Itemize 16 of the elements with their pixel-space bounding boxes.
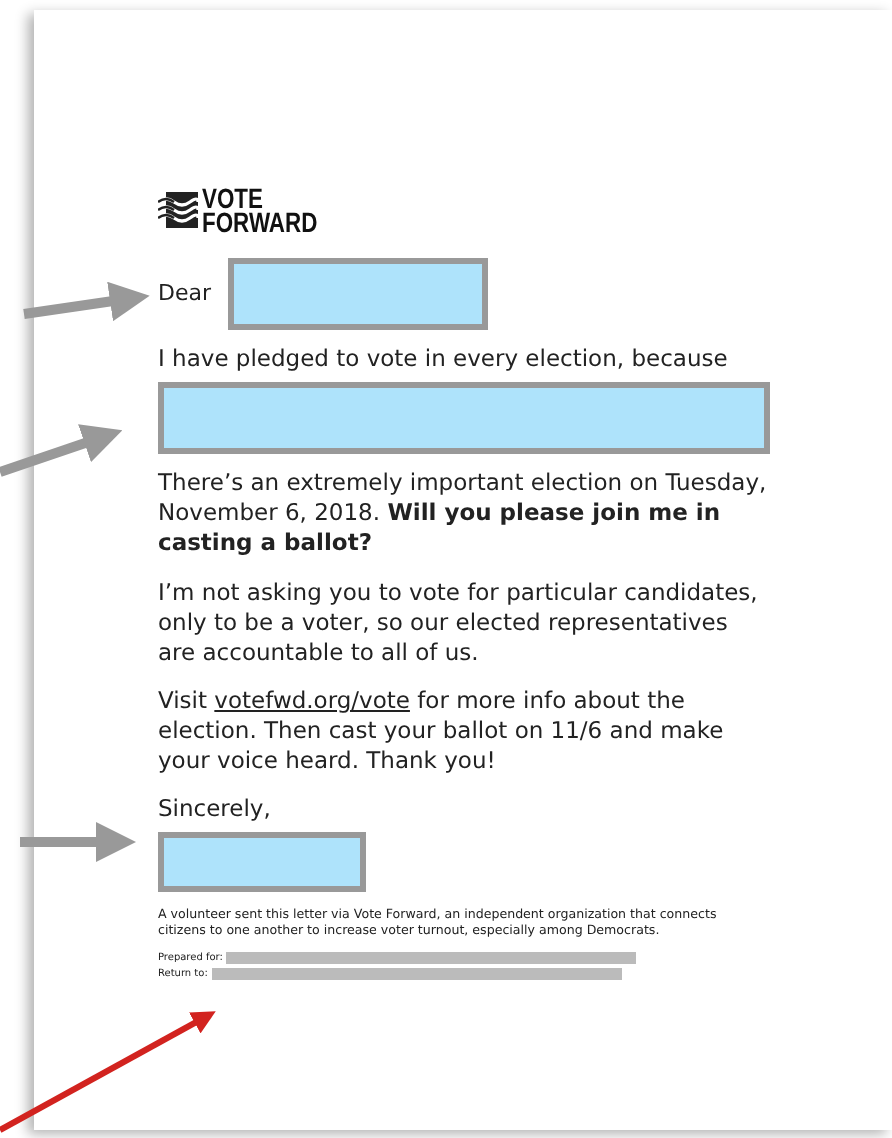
pointer-arrow (23, 281, 150, 322)
logo-text: FORWARD (202, 210, 318, 234)
visit-paragraph: Visit votefwd.org/vote for more info about the election. Then cast your ballot on 11/6 and make your voice heard. Thank you! (158, 686, 726, 777)
salutation: Dear (158, 277, 212, 310)
pledge-text: I have pledged to vote in every election, because (158, 342, 730, 376)
stamp-icon (158, 192, 198, 228)
logo-text: VOTE (202, 186, 263, 210)
letter-paragraph: I’m not asking you to vote for particular candidates, only to be a voter, so our elected representatives are accountable to all of us. (158, 578, 760, 669)
reason-field[interactable] (158, 382, 770, 455)
recipient-name-field[interactable] (227, 258, 488, 330)
website-link[interactable]: votefwd.org/vote (214, 686, 410, 715)
signature-field[interactable] (158, 831, 366, 891)
closing-text: Sincerely, (158, 792, 273, 827)
letter-paragraph: There’s an extremely important election on Tuesday, November 6, 2018. Will you please join me in casting a ballot? (158, 468, 769, 559)
pointer-arrow (20, 822, 136, 862)
pointer-arrow (0, 424, 123, 477)
